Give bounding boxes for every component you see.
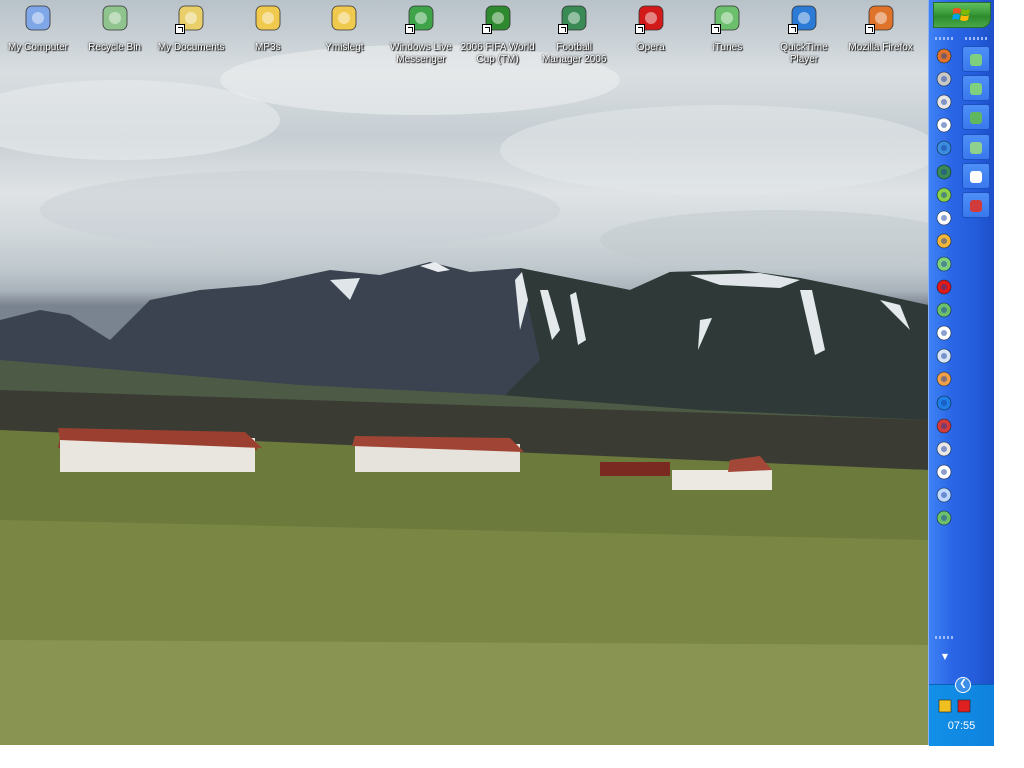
football-manager-icon bbox=[558, 2, 590, 34]
desktop-icon[interactable]: QuickTime Player bbox=[766, 2, 842, 66]
document-icon[interactable] bbox=[936, 348, 954, 366]
messenger-icon bbox=[405, 2, 437, 34]
messenger-icon[interactable] bbox=[936, 510, 954, 528]
realplayer-icon[interactable] bbox=[936, 418, 954, 436]
search-icon[interactable] bbox=[936, 395, 954, 413]
shortcut-arrow-icon bbox=[634, 24, 645, 34]
notepad-icon[interactable] bbox=[936, 71, 954, 89]
shortcut-arrow-icon bbox=[788, 24, 798, 34]
desktop-icon[interactable]: Ymislegt bbox=[306, 2, 382, 54]
recycle-bin-icon bbox=[99, 2, 131, 34]
calculator-icon bbox=[969, 169, 983, 183]
desktop-icon-label: Mozilla Firefox bbox=[848, 42, 913, 53]
desktop-icon[interactable]: Football Manager 2006 bbox=[536, 2, 612, 66]
desktop-icon[interactable]: My Computer bbox=[0, 2, 76, 54]
desktop-icon[interactable]: Opera bbox=[613, 2, 689, 54]
desktop-icon-label: Football Manager 2006 bbox=[541, 42, 607, 65]
installer-icon[interactable] bbox=[936, 441, 954, 459]
windows-logo-icon bbox=[952, 8, 970, 21]
speech-bubble-icon[interactable] bbox=[936, 210, 954, 228]
desktop-icon-label: Ymislegt bbox=[325, 42, 364, 53]
security-icon[interactable] bbox=[938, 698, 952, 717]
notepad-icon[interactable] bbox=[936, 325, 954, 343]
document-icon[interactable] bbox=[936, 94, 954, 112]
folder-icon bbox=[328, 2, 360, 34]
firefox-icon[interactable] bbox=[936, 48, 954, 66]
toolbar-grip[interactable] bbox=[935, 37, 953, 40]
shortcut-arrow-icon bbox=[405, 24, 415, 34]
desktop-icon-label: Windows Live Messenger bbox=[390, 42, 452, 65]
media-player-icon[interactable] bbox=[936, 117, 954, 135]
desktop-icon[interactable]: Windows Live Messenger bbox=[383, 2, 459, 66]
globe-icon[interactable] bbox=[936, 487, 954, 505]
network-icon[interactable] bbox=[936, 256, 954, 274]
desktop-icon-label: QuickTime Player bbox=[780, 42, 828, 65]
shortcut-arrow-icon bbox=[864, 24, 875, 34]
taskbar-button[interactable] bbox=[962, 133, 990, 160]
my-documents-icon bbox=[175, 2, 207, 34]
taskbar: ❮ 07:55 bbox=[928, 0, 994, 746]
chevron-left-icon: ❮ bbox=[959, 679, 967, 689]
desktop-icon-label: My Computer bbox=[7, 42, 68, 53]
messenger-icon bbox=[969, 81, 983, 96]
taskbar-button[interactable] bbox=[962, 75, 990, 102]
scroll-down-icon[interactable]: ▼ bbox=[937, 650, 953, 664]
desktop-icon[interactable]: iTunes bbox=[689, 2, 765, 54]
desktop-icon[interactable]: MP3s bbox=[230, 2, 306, 54]
quicktime-icon bbox=[788, 2, 820, 34]
k-icon[interactable] bbox=[936, 279, 954, 297]
taskbar-button[interactable] bbox=[962, 192, 990, 218]
fifa-icon bbox=[481, 2, 514, 34]
my-computer-icon bbox=[22, 2, 54, 34]
toolbar-grip[interactable] bbox=[965, 37, 987, 40]
desktop-icon-label: Recycle Bin bbox=[88, 42, 141, 53]
paint-icon[interactable] bbox=[936, 371, 954, 389]
start-button[interactable] bbox=[933, 2, 991, 28]
system-tray: ❮ 07:55 bbox=[929, 677, 994, 746]
shortcut-arrow-icon bbox=[711, 24, 722, 34]
network-icon bbox=[969, 140, 983, 154]
wallpaper bbox=[0, 45, 928, 745]
desktop[interactable]: My Computer Recycle Bin My Documents MP3s Ym… bbox=[0, 0, 928, 745]
pencil-icon[interactable] bbox=[936, 233, 954, 251]
desktop-icon[interactable]: Mozilla Firefox bbox=[843, 2, 919, 54]
desktop-icon-label: MP3s bbox=[255, 42, 281, 53]
tray-expand-button[interactable]: ❮ bbox=[955, 677, 971, 693]
picture-icon bbox=[969, 110, 983, 125]
shortcut-arrow-icon bbox=[175, 24, 186, 34]
firefox-icon bbox=[864, 2, 897, 34]
network-alert-icon[interactable] bbox=[957, 698, 971, 717]
messenger-icon bbox=[969, 52, 983, 66]
desktop-icon-label: 2006 FIFA World Cup (TM) bbox=[460, 42, 535, 65]
taskbar-button[interactable] bbox=[962, 46, 990, 72]
toolbar-grip[interactable] bbox=[935, 636, 953, 639]
shortcut-arrow-icon bbox=[558, 24, 569, 34]
football-manager-icon[interactable] bbox=[936, 164, 954, 182]
internet-explorer-icon[interactable] bbox=[936, 140, 954, 158]
messenger-icon[interactable] bbox=[936, 302, 954, 320]
desktop-icon[interactable]: Recycle Bin bbox=[77, 2, 153, 54]
desktop-icon[interactable]: 2006 FIFA World Cup (TM) bbox=[460, 2, 536, 66]
clock[interactable]: 07:55 bbox=[929, 720, 994, 732]
desktop-icon-label: iTunes bbox=[712, 42, 743, 53]
calendar-icon[interactable] bbox=[936, 464, 954, 482]
realplayer-icon bbox=[969, 198, 983, 212]
winamp-icon[interactable] bbox=[936, 187, 954, 205]
opera-icon bbox=[634, 2, 667, 34]
shortcut-arrow-icon bbox=[481, 24, 492, 34]
desktop-icon-label: My Documents bbox=[157, 42, 225, 53]
desktop-icon[interactable]: My Documents bbox=[153, 2, 229, 54]
taskbar-button[interactable] bbox=[962, 104, 990, 131]
taskbar-button[interactable] bbox=[962, 162, 990, 189]
desktop-icon-label: Opera bbox=[636, 42, 665, 53]
folder-icon bbox=[252, 2, 284, 34]
itunes-icon bbox=[711, 2, 743, 34]
